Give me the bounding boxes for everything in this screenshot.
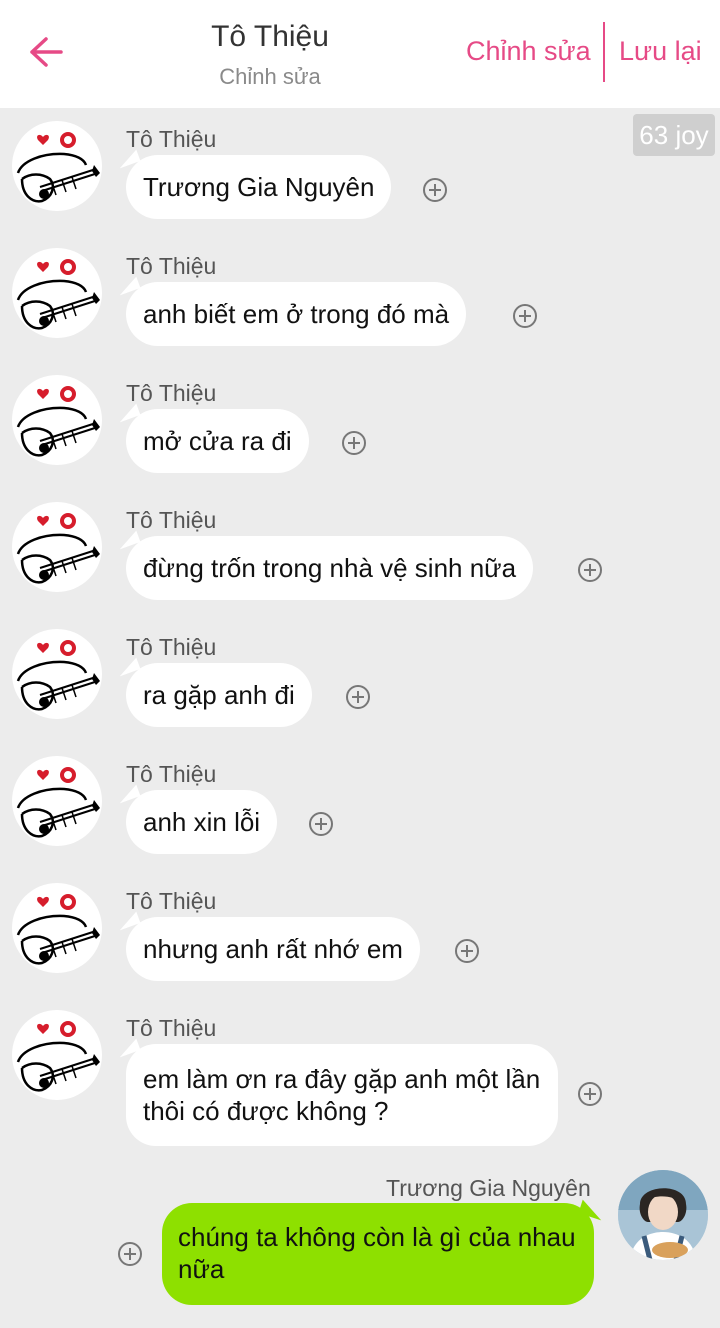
sender-name: Tô Thiệu xyxy=(126,380,217,406)
cartoon-avatar-icon xyxy=(16,513,100,584)
sender-avatar[interactable] xyxy=(12,248,102,338)
sender-avatar[interactable] xyxy=(12,883,102,973)
cartoon-avatar-icon xyxy=(16,640,100,711)
message-bubble[interactable]: Trương Gia Nguyên xyxy=(126,155,392,219)
message-bubble[interactable]: đừng trốn trong nhà vệ sinh nữa xyxy=(126,536,534,600)
sender-name: Tô Thiệu xyxy=(126,761,217,787)
plus-circle-icon[interactable] xyxy=(512,303,538,329)
sender-avatar[interactable] xyxy=(12,121,102,211)
plus-circle-icon[interactable] xyxy=(341,430,367,456)
message-bubble[interactable]: mở cửa ra đi xyxy=(126,409,309,473)
word-counter-badge: 63 joy xyxy=(633,114,715,156)
cartoon-avatar-icon xyxy=(16,767,100,838)
plus-circle-icon[interactable] xyxy=(577,557,603,583)
sender-name: Tô Thiệu xyxy=(126,1015,217,1041)
back-arrow-icon xyxy=(30,37,63,67)
sender-name: Tô Thiệu xyxy=(126,253,217,279)
sender-avatar[interactable] xyxy=(12,629,102,719)
cartoon-avatar-icon xyxy=(16,259,100,330)
message-bubble[interactable]: anh biết em ở trong đó mà xyxy=(126,282,467,346)
cartoon-avatar-icon xyxy=(16,1021,100,1092)
message-bubble[interactable]: em làm ơn ra đây gặp anh một lần thôi có… xyxy=(126,1044,558,1146)
conversation-title: Tô Thiệu xyxy=(211,20,329,53)
cartoon-avatar-icon xyxy=(16,132,100,203)
my-sender-name: Trương Gia Nguyên xyxy=(386,1175,591,1201)
profile-photo-avatar xyxy=(618,1170,708,1260)
conversation-title-block: Tô Thiệu Chỉnh sửa xyxy=(150,18,390,92)
sender-name: Tô Thiệu xyxy=(126,888,217,914)
sender-name: Tô Thiệu xyxy=(126,126,217,152)
top-bar: Tô Thiệu Chỉnh sửa Chỉnh sửa Lưu lại xyxy=(0,0,720,108)
plus-circle-icon[interactable] xyxy=(422,177,448,203)
plus-circle-icon[interactable] xyxy=(117,1241,143,1267)
my-message-bubble[interactable]: chúng ta không còn là gì của nhau nữa xyxy=(162,1203,594,1305)
header-divider xyxy=(603,22,605,82)
my-avatar[interactable] xyxy=(618,1170,708,1260)
cartoon-avatar-icon xyxy=(16,386,100,457)
sender-name: Tô Thiệu xyxy=(126,634,217,660)
sender-name: Tô Thiệu xyxy=(126,507,217,533)
sender-avatar[interactable] xyxy=(12,1010,102,1100)
save-button[interactable]: Lưu lại xyxy=(619,36,702,67)
message-bubble[interactable]: nhưng anh rất nhớ em xyxy=(126,917,420,981)
plus-circle-icon[interactable] xyxy=(454,938,480,964)
cartoon-avatar-icon xyxy=(16,894,100,965)
sender-avatar[interactable] xyxy=(12,375,102,465)
plus-circle-icon[interactable] xyxy=(577,1081,603,1107)
sender-avatar[interactable] xyxy=(12,756,102,846)
plus-circle-icon[interactable] xyxy=(308,811,334,837)
edit-button[interactable]: Chỉnh sửa xyxy=(466,36,591,67)
back-button[interactable] xyxy=(24,32,68,72)
message-bubble[interactable]: anh xin lỗi xyxy=(126,790,278,854)
plus-circle-icon[interactable] xyxy=(345,684,371,710)
message-bubble[interactable]: ra gặp anh đi xyxy=(126,663,312,727)
conversation-subtitle: Chỉnh sửa xyxy=(219,64,321,89)
sender-avatar[interactable] xyxy=(12,502,102,592)
